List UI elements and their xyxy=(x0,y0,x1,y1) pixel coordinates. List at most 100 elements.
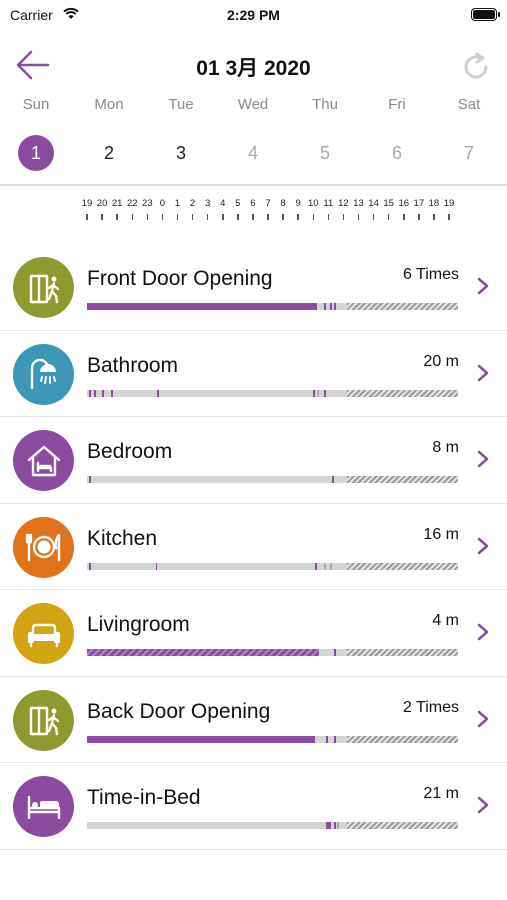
activity-segment xyxy=(333,649,336,656)
activity-segment xyxy=(333,822,336,829)
future-period xyxy=(346,389,458,397)
activity-segment xyxy=(326,735,329,743)
weekday-label: Wed xyxy=(237,96,269,113)
activity-segment xyxy=(88,389,91,397)
hour-tick xyxy=(116,214,118,220)
room-row[interactable]: Front Door Opening 6 Times xyxy=(0,244,507,331)
activity-bar xyxy=(87,476,458,483)
future-period xyxy=(346,562,458,570)
activity-segment xyxy=(330,303,332,310)
day-label: 1 xyxy=(18,135,54,171)
future-period xyxy=(346,822,458,829)
door-walk-icon xyxy=(13,689,74,751)
battery-icon xyxy=(471,8,500,21)
shower-icon xyxy=(13,343,74,405)
day-label: 2 xyxy=(103,143,114,163)
divider xyxy=(0,184,507,186)
chevron-right-icon[interactable] xyxy=(477,710,489,728)
hour-tick xyxy=(297,214,299,220)
room-value: 21 m xyxy=(423,785,459,802)
chevron-right-icon[interactable] xyxy=(477,537,489,555)
room-row[interactable]: Livingroom 4 m xyxy=(0,590,507,677)
activity-segment xyxy=(87,649,319,656)
hour-tick xyxy=(86,214,88,220)
hour-tick xyxy=(433,214,435,220)
future-period xyxy=(346,735,458,743)
activity-bar xyxy=(87,303,458,310)
clock: 2:29 PM xyxy=(227,7,280,23)
activity-segment xyxy=(331,476,334,483)
chevron-right-icon[interactable] xyxy=(477,277,489,295)
page-title: 01 3月 2020 xyxy=(196,57,311,80)
day-label: 6 xyxy=(391,143,402,163)
day-button[interactable]: 5 xyxy=(295,135,355,171)
weekday-label: Thu xyxy=(312,96,338,113)
hour-tick xyxy=(372,214,375,220)
room-row[interactable]: Bathroom 20 m xyxy=(0,331,507,417)
future-period xyxy=(346,476,458,483)
activity-bar xyxy=(87,822,458,829)
hour-tick xyxy=(282,214,284,220)
hour-tick xyxy=(387,214,390,220)
room-row[interactable]: Time-in-Bed 21 m xyxy=(0,763,507,850)
room-label: Bathroom xyxy=(87,353,179,377)
activity-segment xyxy=(101,389,104,397)
room-row[interactable]: Kitchen 16 m xyxy=(0,504,507,590)
hour-tick xyxy=(312,214,314,220)
day-button[interactable]: 4 xyxy=(223,135,283,171)
activity-segment xyxy=(333,303,336,310)
day-button[interactable]: 7 xyxy=(439,135,499,171)
day-label: 3 xyxy=(175,143,186,163)
hour-tick xyxy=(191,214,194,220)
day-label: 7 xyxy=(463,143,474,163)
hour-tick xyxy=(342,214,345,220)
room-row[interactable]: Back Door Opening 2 Times xyxy=(0,677,507,763)
chevron-right-icon[interactable] xyxy=(477,364,489,382)
day-label: 4 xyxy=(247,143,258,163)
hour-tick-label: 19 xyxy=(443,198,455,209)
day-button[interactable]: 3 xyxy=(151,135,211,171)
chevron-right-icon[interactable] xyxy=(477,623,489,641)
activity-segment xyxy=(94,389,97,397)
chevron-right-icon[interactable] xyxy=(477,796,489,814)
day-picker: 1 2 3 4 5 6 7 xyxy=(0,135,507,175)
day-button[interactable]: 1 xyxy=(6,135,66,171)
room-label: Livingroom xyxy=(87,613,190,636)
plate-cutlery-icon xyxy=(13,516,74,578)
activity-segment xyxy=(88,562,91,570)
room-value: 6 Times xyxy=(402,266,459,283)
chevron-right-icon[interactable] xyxy=(477,450,489,468)
day-label: 5 xyxy=(319,143,330,163)
day-button[interactable]: 2 xyxy=(79,135,139,171)
activity-segment xyxy=(155,562,158,570)
day-button[interactable]: 6 xyxy=(367,135,427,171)
room-label: Back Door Opening xyxy=(87,699,271,723)
refresh-icon[interactable] xyxy=(461,52,491,82)
activity-bar xyxy=(87,735,458,743)
activity-segment xyxy=(88,476,91,483)
room-list: Front Door Opening 6 Times Bathroom 20 m Bed… xyxy=(0,244,507,850)
room-label: Time-in-Bed xyxy=(87,786,201,809)
door-walk-icon xyxy=(13,257,74,318)
room-row[interactable]: Bedroom 8 m xyxy=(0,417,507,504)
hour-tick xyxy=(206,214,209,220)
hour-tick xyxy=(448,214,450,220)
activity-segment xyxy=(315,562,317,570)
hour-tick xyxy=(327,214,330,220)
activity-bar xyxy=(87,389,458,397)
future-period xyxy=(346,649,458,656)
room-value: 8 m xyxy=(432,439,459,456)
room-value: 20 m xyxy=(423,352,459,370)
hour-axis: 19 20 21 22 23 0 1 2 3 4 5 6 7 8 9 10 11 12 13 14 15 16 17 18 19 xyxy=(0,198,507,226)
hour-tick xyxy=(237,214,239,220)
weekday-header: Sun Mon Tue Wed Thu Fri Sat xyxy=(0,96,507,116)
weekday-label: Sat xyxy=(457,96,481,113)
status-bar: Carrier 2:29 PM xyxy=(0,0,507,30)
weekday-label: Tue xyxy=(168,96,194,113)
sofa-icon xyxy=(13,603,74,664)
room-value: 2 Times xyxy=(402,698,459,716)
future-period xyxy=(346,303,458,310)
activity-segment xyxy=(324,303,327,310)
hour-tick xyxy=(357,214,360,220)
room-value: 4 m xyxy=(432,612,459,629)
